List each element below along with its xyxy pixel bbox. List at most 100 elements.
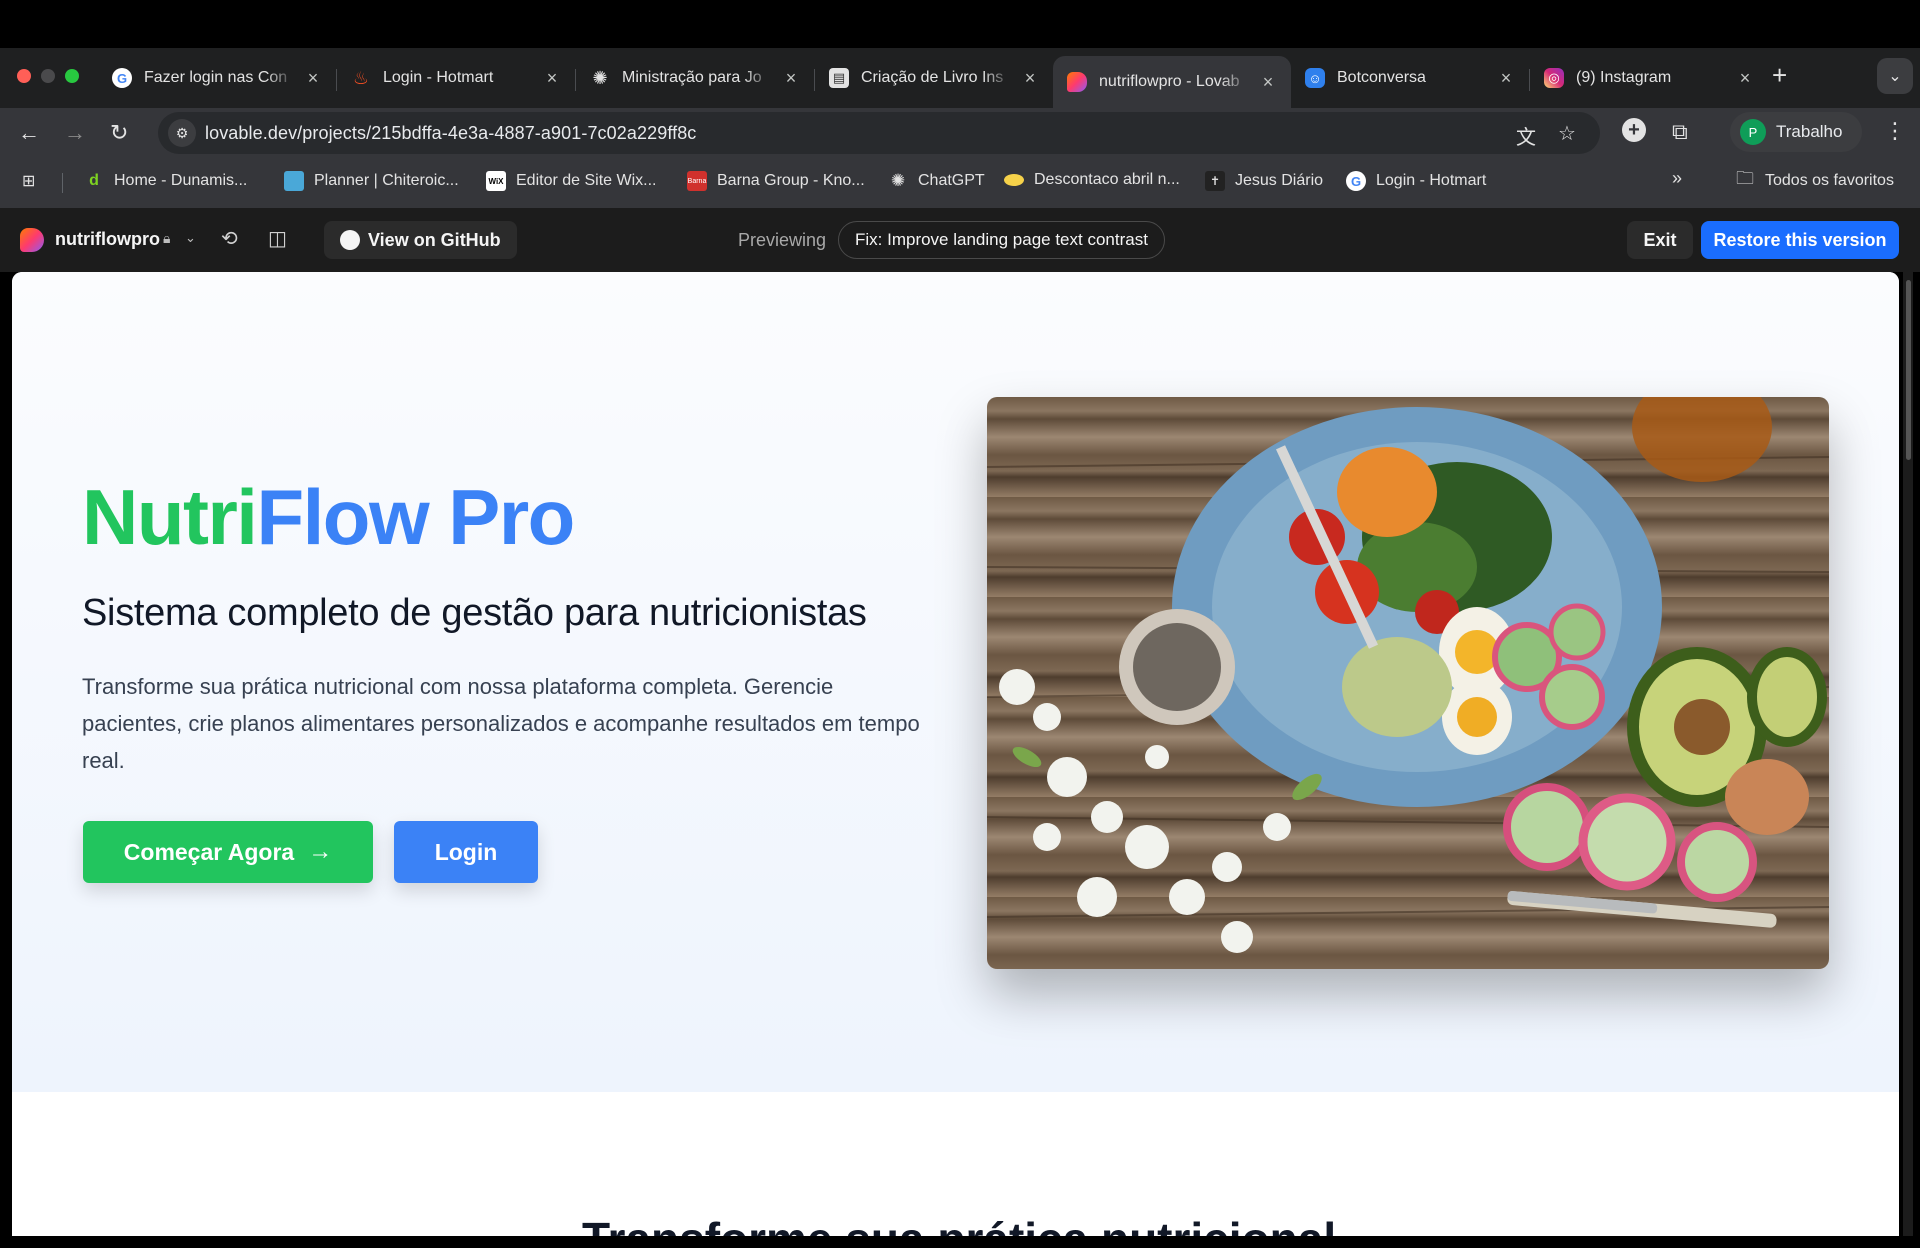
features-section-heading: Transforme sua prática nutricional <box>582 1212 1336 1236</box>
tab-hotmart-login[interactable]: ♨ Login - Hotmart × <box>337 56 575 100</box>
bookmark-label: Planner | Chiteroic... <box>314 172 459 189</box>
bookmark-chatgpt[interactable]: ✺ ChatGPT <box>888 171 985 191</box>
project-name[interactable]: nutriflowpro <box>55 229 160 250</box>
browser-tab-strip: G Fazer login nas Con × ♨ Login - Hotmar… <box>0 48 1920 108</box>
apps-grid-icon[interactable]: ⊞ <box>22 171 35 191</box>
jesus-icon: ✝ <box>1205 171 1225 191</box>
hotmart-icon: ♨ <box>352 67 370 88</box>
tab-title: Criação de Livro Ins <box>861 69 1004 86</box>
url-text[interactable]: lovable.dev/projects/215bdffa-4e3a-4887-… <box>205 123 696 144</box>
close-tab-icon[interactable]: × <box>1497 68 1515 89</box>
screen-top-bar <box>0 0 1920 48</box>
google-icon: G <box>112 68 132 88</box>
lovable-logo-icon[interactable] <box>20 228 44 252</box>
translate-icon[interactable]: 文 <box>1516 121 1536 150</box>
lovable-icon <box>1067 72 1087 92</box>
planner-icon <box>284 171 304 191</box>
arrow-right-icon: → <box>308 838 333 865</box>
tab-nutriflowpro-lovable[interactable]: nutriflowpro - Lovab × <box>1053 56 1291 108</box>
hero-description: Transforme sua prática nutricional com n… <box>82 674 920 773</box>
tab-criacao-livro[interactable]: ▤ Criação de Livro Ins × <box>815 56 1053 100</box>
start-now-button[interactable]: Começar Agora → <box>83 821 373 883</box>
minimize-window-button[interactable] <box>41 69 55 83</box>
page-icon: ▤ <box>829 68 849 88</box>
avatar: P <box>1740 119 1766 145</box>
restore-version-button[interactable]: Restore this version <box>1701 221 1899 259</box>
hero-food-image <box>987 397 1829 969</box>
chevron-down-icon[interactable]: ⌄ <box>185 230 196 246</box>
barna-icon: Barna <box>687 171 707 191</box>
close-tab-icon[interactable]: × <box>1259 72 1277 93</box>
bookmark-label: Todos os favoritos <box>1765 172 1894 189</box>
maximize-window-button[interactable] <box>65 69 79 83</box>
new-tab-button[interactable]: + <box>1772 60 1787 91</box>
botconversa-icon: ☺ <box>1305 68 1325 88</box>
openai-icon: ✺ <box>890 171 906 190</box>
profile-button[interactable]: P Trabalho <box>1730 112 1862 152</box>
bookmark-label: Editor de Site Wix... <box>516 172 657 189</box>
back-arrow-icon[interactable]: ← <box>18 120 40 146</box>
bookmarks-bar: ⊞ d Home - Dunamis... Planner | Chiteroi… <box>0 156 1920 208</box>
bookmark-barna[interactable]: Barna Barna Group - Kno... <box>687 171 865 191</box>
tab-botconversa[interactable]: ☺ Botconversa × <box>1291 56 1529 100</box>
tabs: G Fazer login nas Con × ♨ Login - Hotmar… <box>98 56 1768 108</box>
hero-subtitle: Sistema completo de gestão para nutricio… <box>82 592 867 634</box>
close-tab-icon[interactable]: × <box>1736 68 1754 89</box>
bookmark-hotmart-login[interactable]: G Login - Hotmart <box>1346 171 1486 191</box>
lovable-header: nutriflowpro 🔒︎ ⌄ ⟲ ◫ View on GitHub Pre… <box>0 208 1920 272</box>
forward-arrow-icon[interactable]: → <box>64 120 86 146</box>
version-commit-pill[interactable]: Fix: Improve landing page text contrast <box>838 221 1165 259</box>
openai-icon: ✺ <box>592 67 608 88</box>
tab-title: (9) Instagram <box>1576 69 1672 86</box>
browser-menu-icon[interactable]: ⋮ <box>1884 118 1906 144</box>
bookmark-label: Jesus Diário <box>1235 172 1324 189</box>
reload-icon[interactable]: ↻ <box>110 120 128 146</box>
sidebar-toggle-icon[interactable]: ◫ <box>268 226 287 251</box>
title-nutri: Nutri <box>82 473 258 561</box>
google-icon: G <box>1346 171 1366 191</box>
site-settings-icon[interactable]: ⚙ <box>168 119 196 147</box>
history-icon[interactable]: ⟲ <box>221 226 238 251</box>
extensions-puzzle-icon[interactable]: ⧉ <box>1672 119 1688 145</box>
title-flow-pro: Flow Pro <box>256 473 575 561</box>
close-tab-icon[interactable]: × <box>782 68 800 89</box>
tab-google-login[interactable]: G Fazer login nas Con × <box>98 56 336 100</box>
bookmark-planner[interactable]: Planner | Chiteroic... <box>284 171 459 191</box>
bookmark-wix[interactable]: WiX Editor de Site Wix... <box>486 171 657 191</box>
bookmarks-overflow-icon[interactable]: » <box>1672 168 1682 189</box>
bookmark-dunamis[interactable]: d Home - Dunamis... <box>84 171 247 191</box>
close-tab-icon[interactable]: × <box>1021 68 1039 89</box>
address-bar[interactable]: ⚙ lovable.dev/projects/215bdffa-4e3a-488… <box>158 112 1600 154</box>
bookmark-label: Login - Hotmart <box>1376 172 1487 189</box>
login-button[interactable]: Login <box>394 821 538 883</box>
exit-button[interactable]: Exit <box>1627 221 1693 259</box>
bookmark-label: ChatGPT <box>918 172 985 189</box>
close-tab-icon[interactable]: × <box>543 68 561 89</box>
preview-scroll-thumb[interactable] <box>1906 280 1911 460</box>
wix-icon: WiX <box>486 171 506 191</box>
profile-name: Trabalho <box>1776 122 1843 141</box>
browser-toolbar: ← → ↻ ⚙ lovable.dev/projects/215bdffa-4e… <box>0 108 1920 156</box>
lock-icon: 🔒︎ <box>163 230 171 246</box>
close-tab-icon[interactable]: × <box>304 68 322 89</box>
tab-ministracao[interactable]: ✺ Ministração para Jo × <box>576 56 814 100</box>
bookmark-descontaco[interactable]: Descontaco abril n... <box>1004 171 1180 189</box>
all-bookmarks-folder[interactable]: 🗀 Todos os favoritos <box>1735 168 1894 191</box>
add-extension-icon[interactable]: + <box>1622 118 1646 142</box>
bookmark-star-icon[interactable]: ☆ <box>1558 121 1576 146</box>
instagram-icon: ◎ <box>1544 68 1564 88</box>
tab-instagram[interactable]: ◎ (9) Instagram × <box>1530 56 1768 100</box>
tab-title: Fazer login nas Con <box>144 69 288 86</box>
window-controls <box>17 69 79 83</box>
bookmark-jesus-diario[interactable]: ✝ Jesus Diário <box>1205 171 1323 191</box>
tab-search-chevron-icon[interactable]: ⌄ <box>1877 58 1913 94</box>
folder-icon: 🗀 <box>1736 168 1754 188</box>
view-on-github-button[interactable]: View on GitHub <box>324 221 517 259</box>
close-window-button[interactable] <box>17 69 31 83</box>
start-now-label: Começar Agora <box>123 838 295 865</box>
tab-title: Botconversa <box>1337 69 1426 86</box>
tab-title: Login - Hotmart <box>383 69 494 86</box>
tab-title: Ministração para Jo <box>622 69 762 86</box>
bookmark-label: Home - Dunamis... <box>114 172 248 189</box>
site-preview: NutriFlow Pro Sistema completo de gestão… <box>12 272 1899 1236</box>
